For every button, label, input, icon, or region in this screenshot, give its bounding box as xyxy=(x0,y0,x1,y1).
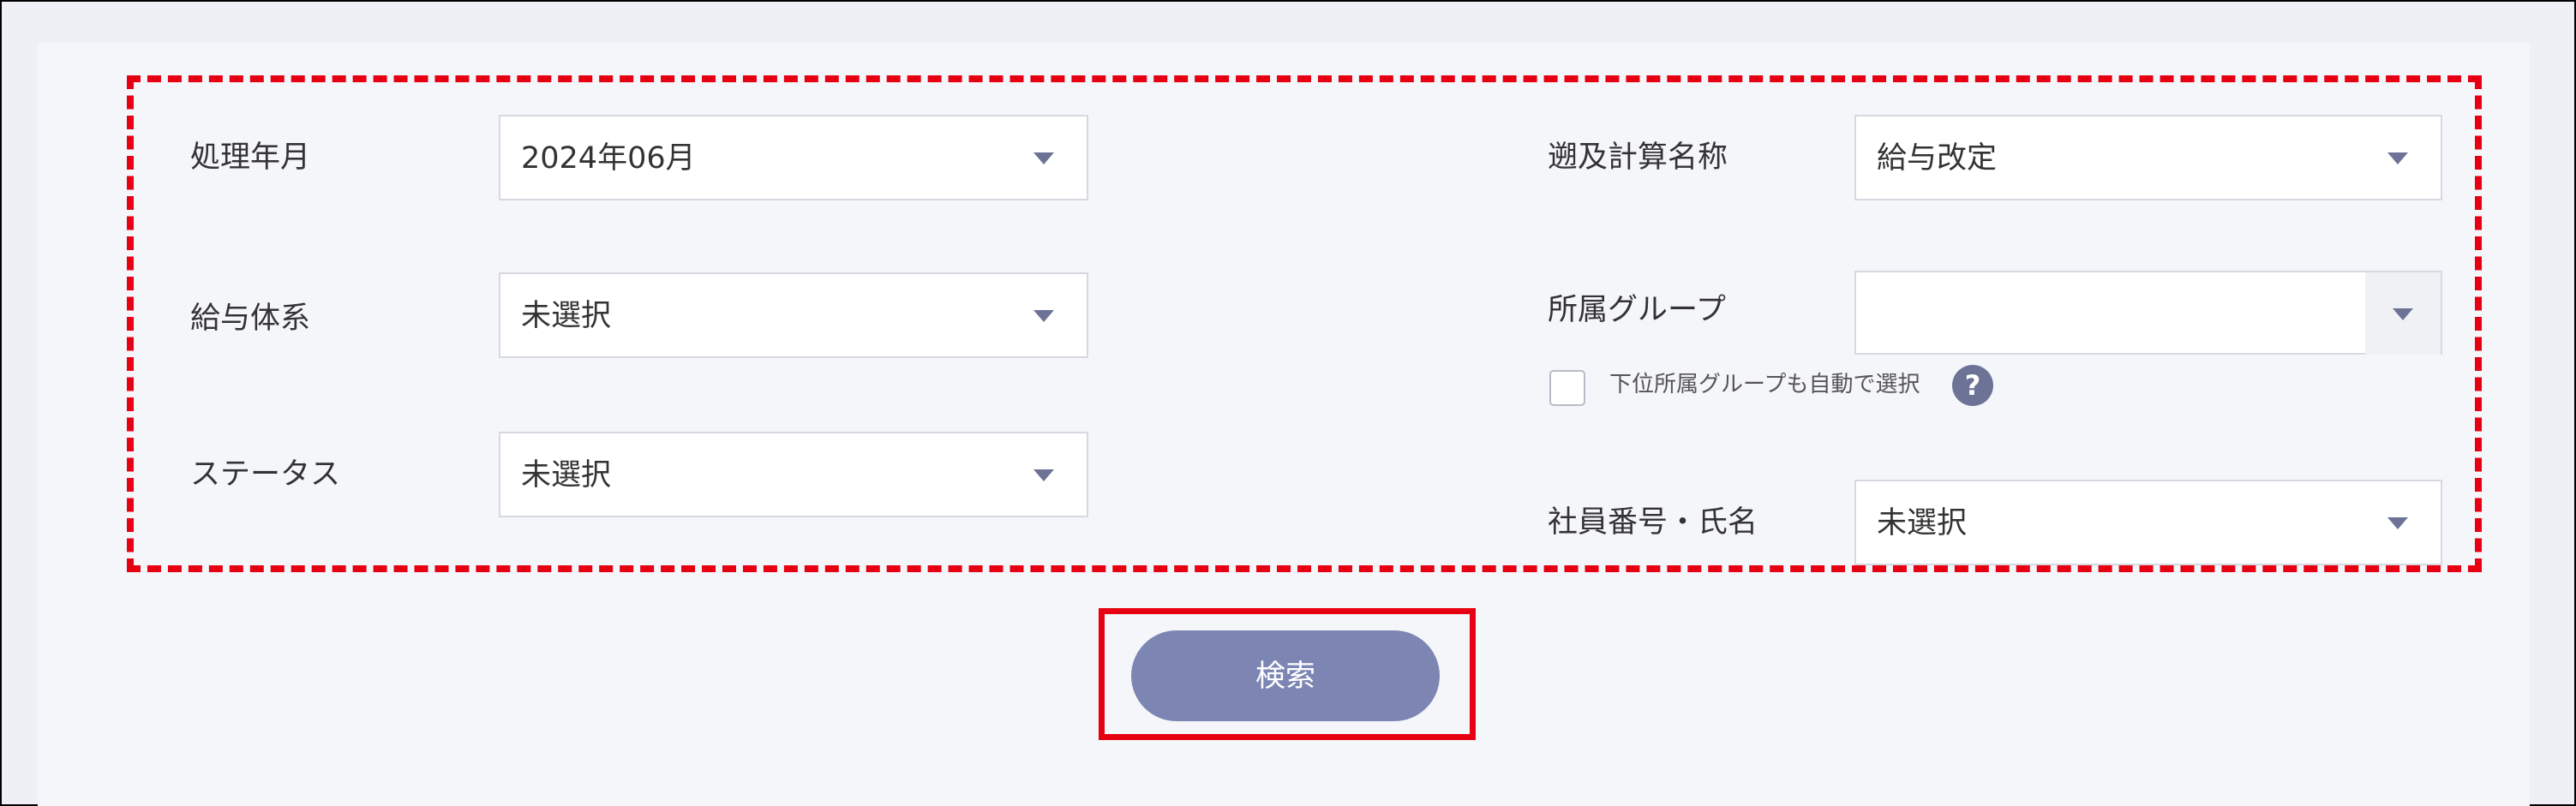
chevron-down-icon xyxy=(2387,152,2408,164)
status-label: ステータス xyxy=(190,457,341,492)
affiliation-group-label: 所属グループ xyxy=(1548,293,1726,327)
status-value: 未選択 xyxy=(521,458,612,493)
auto-select-subgroups-checkbox[interactable] xyxy=(1549,370,1585,406)
processing-month-select[interactable]: 2024年06月 xyxy=(499,115,1088,200)
chevron-down-icon xyxy=(1033,152,1054,164)
chevron-down-icon xyxy=(1033,469,1054,481)
help-icon[interactable]: ? xyxy=(1952,365,1993,406)
pay-system-select[interactable]: 未選択 xyxy=(499,272,1088,358)
retro-calc-name-label: 遡及計算名称 xyxy=(1548,140,1728,175)
pay-system-value: 未選択 xyxy=(521,299,612,333)
pay-system-label: 給与体系 xyxy=(190,302,311,336)
search-button[interactable]: 検索 xyxy=(1131,630,1440,721)
auto-select-subgroups-label: 下位所属グループも自動で選択 xyxy=(1609,372,1920,397)
affiliation-group-select[interactable] xyxy=(1854,271,2442,355)
chevron-down-icon xyxy=(2393,308,2413,320)
processing-month-value: 2024年06月 xyxy=(521,141,696,176)
chevron-down-icon xyxy=(1033,310,1054,322)
status-select[interactable]: 未選択 xyxy=(499,432,1088,517)
retro-calc-name-value: 給与改定 xyxy=(1877,141,1998,176)
employee-value: 未選択 xyxy=(1877,506,1968,540)
chevron-down-icon xyxy=(2387,517,2408,529)
employee-label: 社員番号・氏名 xyxy=(1548,505,1758,540)
retro-calc-name-select[interactable]: 給与改定 xyxy=(1854,115,2442,200)
employee-select[interactable]: 未選択 xyxy=(1854,480,2442,565)
processing-month-label: 処理年月 xyxy=(190,140,311,175)
dropdown-toggle[interactable] xyxy=(2365,272,2441,355)
